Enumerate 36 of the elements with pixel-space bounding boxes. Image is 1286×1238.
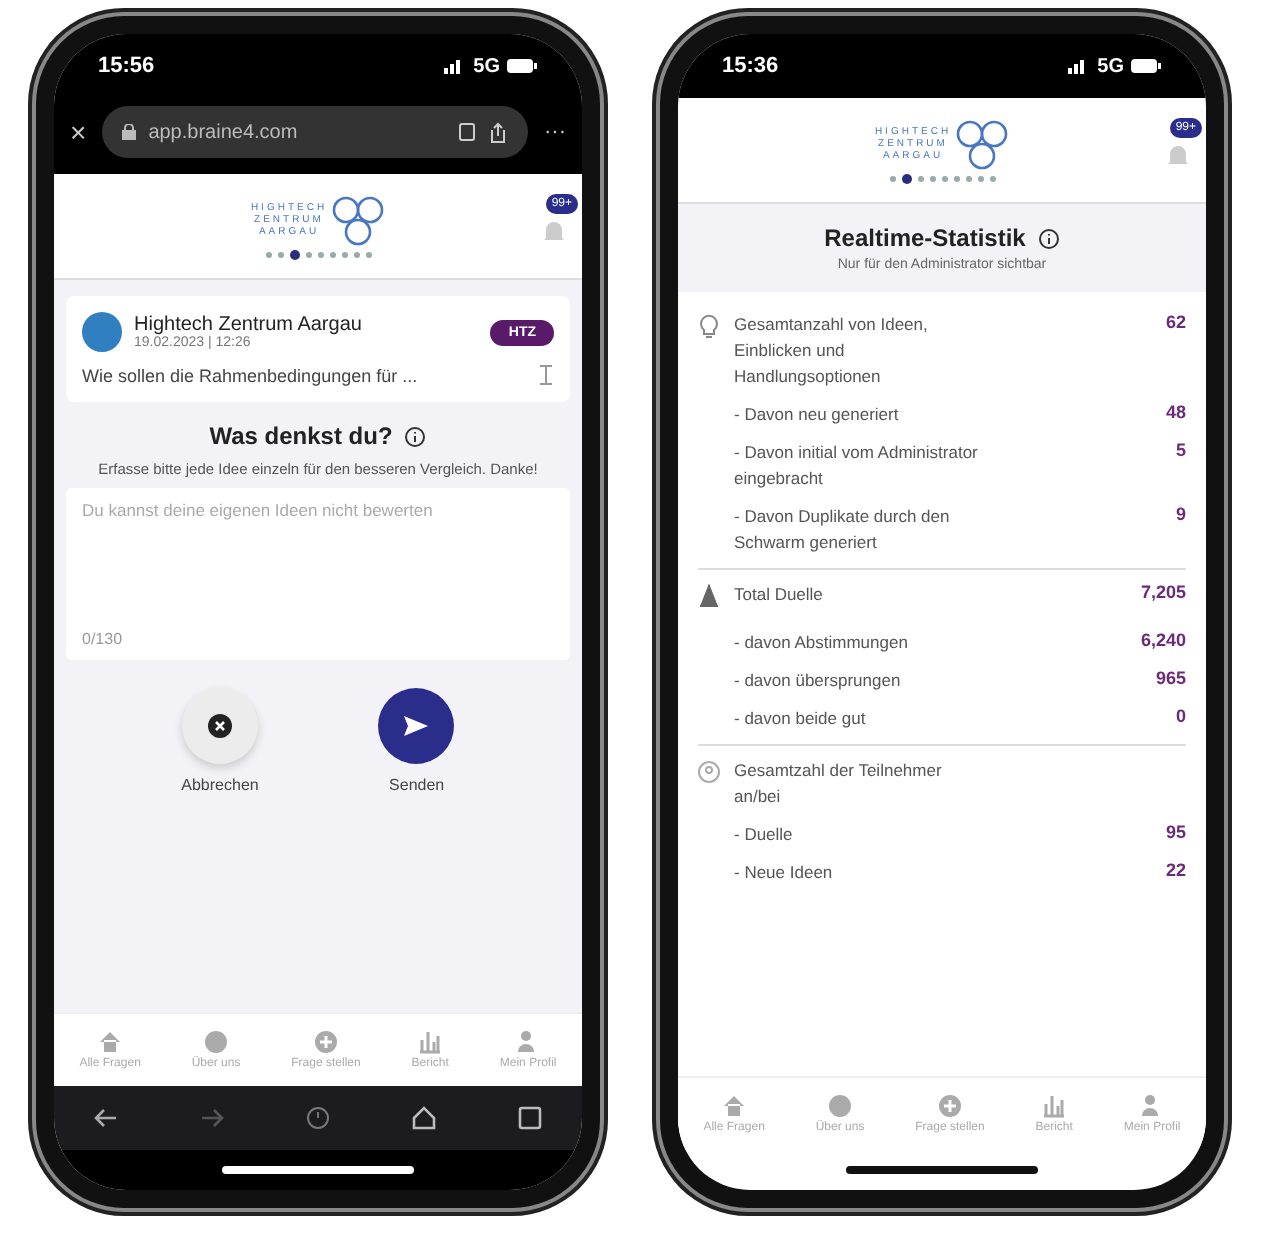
statistic-value: 48 bbox=[1165, 402, 1186, 422]
address-bar[interactable]: app.braine4.com bbox=[102, 106, 528, 158]
statistic-value: 7,205 bbox=[1140, 582, 1186, 602]
statistic-label: - Duelle bbox=[734, 822, 795, 848]
statistic-label: - Davon Duplikate durch den Schwarm generiert bbox=[734, 504, 952, 556]
close-button[interactable]: × bbox=[70, 116, 87, 148]
organization-name: Hightech Zentrum Aargau bbox=[134, 314, 364, 336]
question-text: Wie sollen die Rahmenbedingungen für ... bbox=[82, 365, 418, 385]
statistic-value: 95 bbox=[1165, 822, 1186, 842]
network-label: 5G bbox=[473, 55, 500, 77]
statistic-label: Total Duelle bbox=[734, 582, 825, 608]
statistic-label: Gesamtanzahl von Ideen, Einblicken und Handlungsoptionen bbox=[734, 312, 930, 390]
statistic-label: Gesamtzahl der Teilnehmer an/bei bbox=[734, 758, 944, 810]
statistic-value: 62 bbox=[1165, 312, 1186, 332]
statistic-label: - davon übersprungen bbox=[734, 668, 903, 694]
status-time: 15:36 bbox=[722, 54, 779, 78]
action-label: Abbrechen bbox=[181, 776, 259, 794]
statistics-title: Realtime-Statistik bbox=[824, 224, 1026, 252]
statistic-value: 22 bbox=[1165, 860, 1186, 880]
statistic-label: - davon beide gut bbox=[734, 706, 868, 732]
statistic-label: - Davon initial vom Administrator eingebracht bbox=[734, 440, 980, 492]
statistic-value: 5 bbox=[1175, 440, 1186, 460]
more-button[interactable]: ··· bbox=[544, 120, 566, 144]
prompt-title: Was denkst du? bbox=[209, 422, 393, 450]
statistic-value: 965 bbox=[1155, 668, 1186, 688]
statistic-label: - Neue Ideen bbox=[734, 860, 835, 886]
network-label: 5G bbox=[1097, 55, 1124, 77]
statistic-label: - davon Abstimmungen bbox=[734, 630, 910, 656]
statistic-value: 6,240 bbox=[1140, 630, 1186, 650]
statistic-value: 9 bbox=[1175, 504, 1186, 524]
statistic-label: - Davon neu generiert bbox=[734, 402, 901, 428]
action-label: Senden bbox=[389, 776, 445, 794]
url-text: app.braine4.com bbox=[148, 121, 298, 143]
character-counter: 0/130 bbox=[82, 630, 123, 648]
statistic-value: 0 bbox=[1175, 706, 1186, 726]
status-time: 15:56 bbox=[98, 54, 155, 78]
